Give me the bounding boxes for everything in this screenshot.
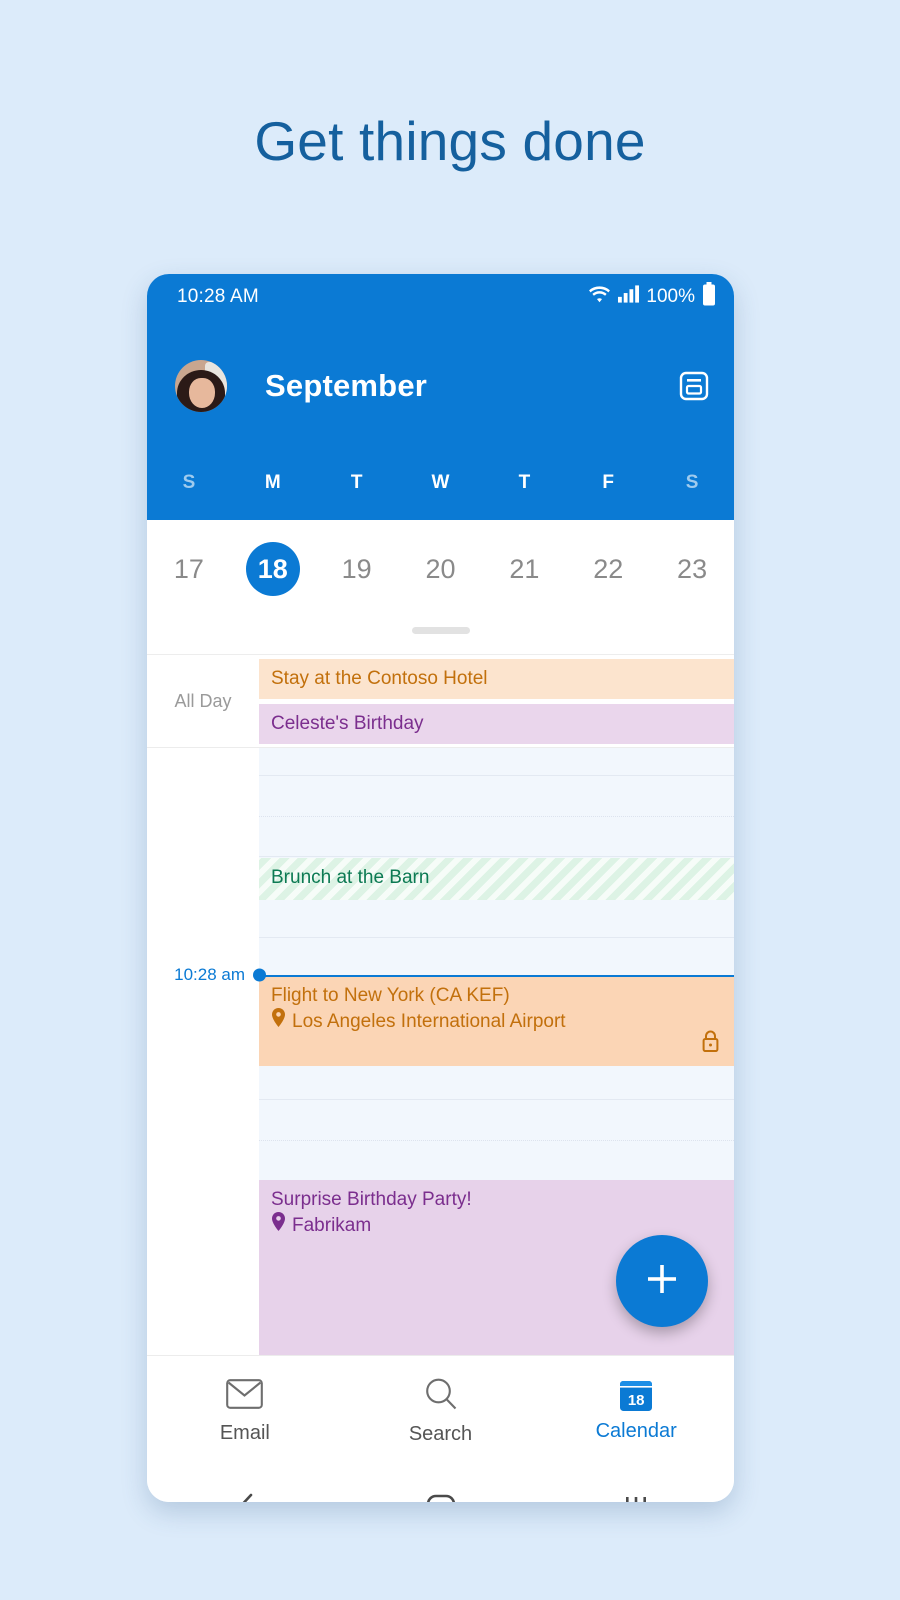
- event-title: Flight to New York (CA KEF): [271, 985, 510, 1006]
- envelope-icon: [226, 1378, 264, 1414]
- home-square-icon[interactable]: [343, 1492, 539, 1502]
- date-cell-23[interactable]: 23: [650, 542, 734, 596]
- date-cell-22[interactable]: 22: [566, 542, 650, 596]
- calendar-icon-date: 18: [627, 1392, 645, 1409]
- app-bar: September: [147, 320, 734, 452]
- system-navigation-bar: [147, 1467, 734, 1502]
- status-bar-clock: 10:28 AM: [177, 286, 259, 307]
- drag-handle-bar: [411, 627, 470, 634]
- add-event-fab[interactable]: [616, 1235, 708, 1327]
- all-day-label: All Day: [174, 690, 232, 711]
- location-pin-icon: [271, 1212, 286, 1239]
- week-date-row: 17 18 19 20 21 22 23: [147, 520, 734, 617]
- date-cell-20[interactable]: 20: [399, 542, 483, 596]
- magnifier-icon: [424, 1378, 458, 1415]
- status-bar-system-icons: 100%: [588, 282, 716, 312]
- battery-percent-label: 100%: [646, 286, 695, 307]
- date-number: 19: [341, 553, 372, 584]
- date-cell-21[interactable]: 21: [482, 542, 566, 596]
- date-number: 21: [509, 553, 540, 584]
- weekday-header: S M T W T F S: [147, 452, 734, 520]
- date-number: 22: [593, 553, 624, 584]
- half-hour-gridline: [259, 1139, 734, 1141]
- nav-label-calendar: Calendar: [595, 1420, 677, 1442]
- hour-gridline: [259, 1099, 734, 1100]
- lock-icon: [701, 1030, 720, 1058]
- time-grid: 8 am9 am10 am11 am12 pm1 pm2 pm3 pm10:28…: [147, 747, 734, 1355]
- current-time-line: [259, 975, 734, 977]
- date-number: 23: [677, 553, 708, 584]
- all-day-events: Stay at the Contoso Hotel Celeste's Birt…: [259, 655, 734, 747]
- weekday-label-6: S: [685, 472, 699, 493]
- weekday-label-2: T: [350, 472, 363, 493]
- hour-gridline: [259, 856, 734, 857]
- wifi-icon: [588, 285, 611, 310]
- battery-icon: [702, 282, 716, 312]
- nav-label-search: Search: [408, 1422, 473, 1445]
- agenda-view-icon[interactable]: [676, 368, 712, 404]
- current-time-label: 10:28 am: [174, 965, 245, 984]
- hour-gridline: [259, 775, 734, 776]
- date-cell-17[interactable]: 17: [147, 542, 231, 596]
- cellular-signal-icon: [618, 285, 640, 309]
- calendar-expand-handle[interactable]: [147, 617, 734, 654]
- date-number-selected: 18: [245, 541, 300, 596]
- date-number: 20: [425, 553, 456, 584]
- phone-mockup: 10:28 AM 100% September S M T W T F S 17…: [147, 274, 734, 1502]
- event-flight-to-new-york[interactable]: Flight to New York (CA KEF) Los Angeles …: [259, 976, 734, 1066]
- event-location-label: Fabrikam: [292, 1214, 372, 1236]
- date-cell-19[interactable]: 19: [315, 542, 399, 596]
- event-title: Brunch at the Barn: [271, 867, 430, 888]
- weekday-label-4: T: [518, 472, 531, 493]
- month-title: September: [265, 368, 428, 403]
- avatar[interactable]: [175, 360, 227, 412]
- event-title: Surprise Birthday Party!: [271, 1189, 472, 1210]
- weekday-label-3: W: [431, 472, 450, 493]
- recents-bars-icon[interactable]: [538, 1493, 734, 1502]
- time-grid-gutter: [147, 748, 259, 1355]
- back-chevron-icon[interactable]: [147, 1492, 343, 1502]
- nav-item-calendar[interactable]: 18 Calendar: [538, 1380, 734, 1443]
- current-time-dot: [253, 968, 266, 982]
- weekday-label-0: S: [182, 472, 196, 493]
- all-day-event-birthday[interactable]: Celeste's Birthday: [259, 704, 734, 744]
- nav-item-search[interactable]: Search: [343, 1378, 539, 1446]
- plus-icon: [641, 1258, 683, 1305]
- event-location-label: Los Angeles International Airport: [292, 1010, 566, 1032]
- all-day-section: All Day Stay at the Contoso Hotel Celest…: [147, 654, 734, 747]
- page-title: Get things done: [254, 110, 646, 172]
- status-bar: 10:28 AM 100%: [147, 274, 734, 320]
- date-number: 17: [173, 553, 204, 584]
- nav-item-email[interactable]: Email: [147, 1378, 343, 1445]
- event-brunch-at-the-barn[interactable]: Brunch at the Barn: [259, 858, 734, 900]
- event-location: Los Angeles International Airport: [271, 1008, 722, 1035]
- hour-gridline: [259, 937, 734, 938]
- date-cell-18[interactable]: 18: [231, 541, 315, 596]
- half-hour-gridline: [259, 815, 734, 817]
- bottom-navigation: Email Search 18 Calendar: [147, 1355, 734, 1467]
- all-day-event-hotel[interactable]: Stay at the Contoso Hotel: [259, 659, 734, 699]
- nav-label-email: Email: [219, 1421, 270, 1444]
- location-pin-icon: [271, 1008, 286, 1035]
- calendar-icon: 18: [619, 1380, 653, 1412]
- weekday-label-1: M: [264, 472, 281, 493]
- weekday-label-5: F: [602, 472, 615, 493]
